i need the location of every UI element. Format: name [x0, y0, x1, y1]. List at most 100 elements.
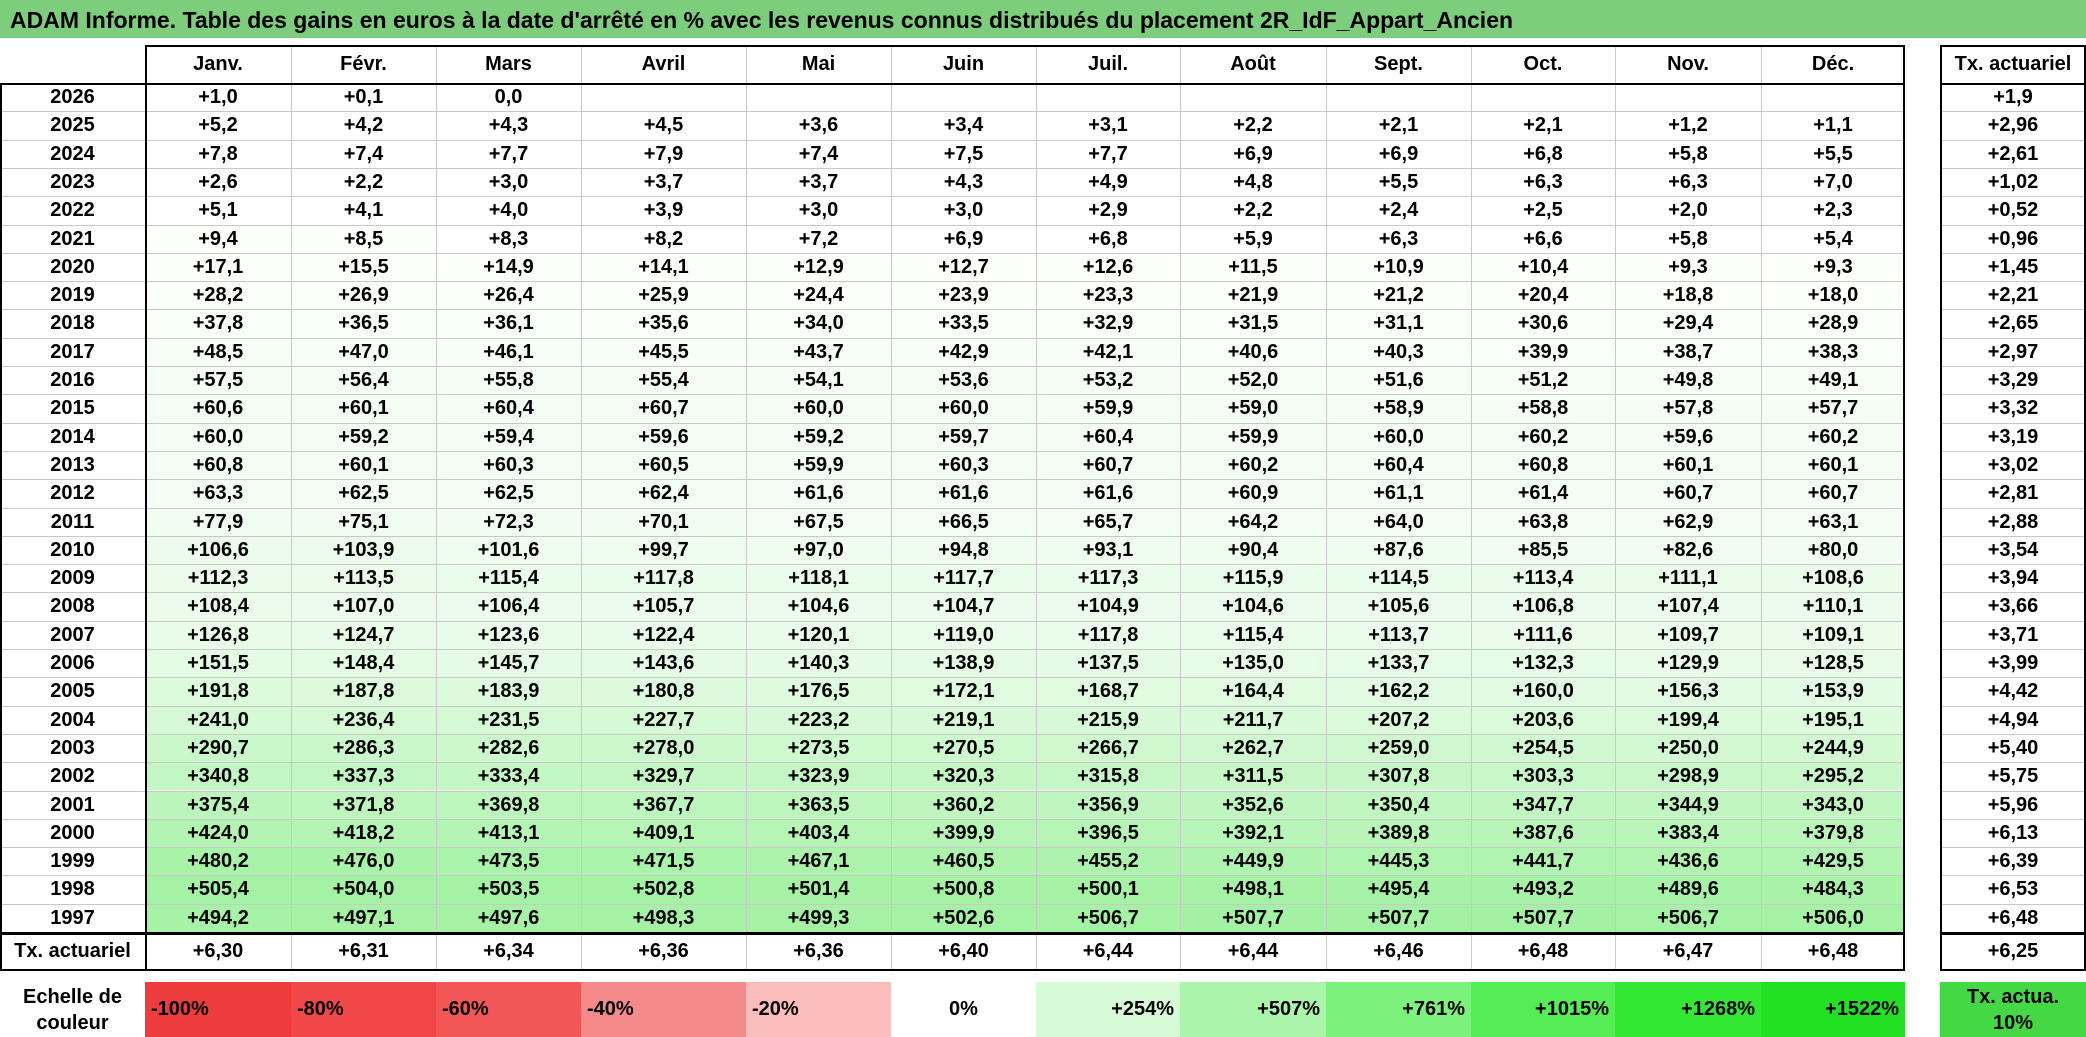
row-separator — [145, 140, 1905, 141]
year-label: 2023 — [50, 170, 95, 193]
table-cell: +39,9 — [1471, 337, 1615, 366]
table-cell: +392,1 — [1180, 818, 1326, 848]
table-cell: +2,1 — [1326, 111, 1471, 140]
row-separator — [0, 451, 145, 452]
table-cell: +344,9 — [1615, 790, 1761, 819]
table-cell: +57,8 — [1615, 394, 1761, 423]
table-cell: +122,4 — [581, 620, 746, 649]
table-cell: +113,7 — [1326, 620, 1471, 649]
year-label: 2015 — [50, 397, 95, 420]
table-cell: +455,2 — [1036, 847, 1180, 876]
rate-cell: +6,39 — [1987, 850, 2039, 873]
table-cell: +57,5 — [145, 366, 291, 395]
table-cell: +61,6 — [746, 479, 891, 508]
table-cell: +119,0 — [891, 620, 1036, 649]
row-separator — [1940, 394, 2086, 395]
row-separator — [145, 366, 1905, 367]
row-separator — [145, 479, 1905, 480]
footer-cell: +6,44 — [1082, 940, 1134, 962]
rate-cell: +2,65 — [1987, 312, 2039, 335]
table-cell: +507,7 — [1471, 903, 1615, 932]
table-cell: +2,2 — [1180, 196, 1326, 225]
table-cell — [1326, 83, 1471, 112]
table-cell — [1036, 83, 1180, 112]
table-cell: +60,6 — [145, 394, 291, 423]
table-cell: +14,9 — [436, 252, 581, 282]
table-cell: +66,5 — [891, 507, 1036, 536]
table-cell: +340,8 — [145, 762, 291, 791]
year-label: 2005 — [50, 680, 95, 703]
rate-cell: +3,32 — [1987, 397, 2039, 420]
row-separator — [145, 706, 1905, 707]
table-cell: +499,3 — [746, 903, 891, 932]
table-cell: +38,3 — [1761, 337, 1905, 366]
table-cell: +104,6 — [1180, 592, 1326, 621]
table-cell: +60,8 — [1471, 450, 1615, 480]
table-cell: +59,4 — [436, 422, 581, 451]
table-border — [1903, 45, 1905, 932]
table-cell: +507,7 — [1326, 903, 1471, 932]
row-separator — [1940, 762, 2086, 763]
table-border — [0, 83, 1905, 85]
table-border — [1940, 969, 2086, 971]
table-cell: +262,7 — [1180, 733, 1326, 763]
row-separator — [145, 225, 1905, 226]
row-separator — [145, 168, 1905, 169]
table-cell: +298,9 — [1615, 762, 1761, 791]
table-cell: +32,9 — [1036, 309, 1180, 338]
table-cell: +48,5 — [145, 337, 291, 366]
table-cell: +60,1 — [291, 394, 436, 423]
table-border — [1940, 83, 2086, 85]
table-border — [0, 933, 2, 969]
rate-cell: +2,61 — [1987, 142, 2039, 165]
table-cell: +49,8 — [1615, 366, 1761, 395]
year-label: 2017 — [50, 340, 95, 363]
table-cell: +117,7 — [891, 564, 1036, 593]
table-cell: +63,1 — [1761, 507, 1905, 536]
table-cell: +191,8 — [145, 677, 291, 706]
row-separator — [145, 621, 1905, 622]
table-cell: +135,0 — [1180, 649, 1326, 678]
footer-cell: +6,48 — [1807, 940, 1859, 962]
month-header: Mars — [485, 53, 532, 75]
table-cell: +507,7 — [1180, 903, 1326, 932]
table-cell: +104,9 — [1036, 592, 1180, 621]
table-cell: +176,5 — [746, 677, 891, 706]
table-cell: +36,1 — [436, 309, 581, 338]
row-separator — [145, 508, 1905, 509]
table-cell: +31,1 — [1326, 309, 1471, 338]
table-cell: +60,1 — [1761, 450, 1905, 480]
rate-cell: +2,96 — [1987, 114, 2039, 137]
table-cell: +60,0 — [891, 394, 1036, 423]
table-cell: +60,8 — [145, 450, 291, 480]
table-cell: +6,3 — [1471, 167, 1615, 197]
table-cell: +4,3 — [891, 167, 1036, 197]
table-cell: +2,2 — [291, 167, 436, 197]
table-cell: +2,1 — [1471, 111, 1615, 140]
table-cell: +60,2 — [1761, 422, 1905, 451]
year-label: 2013 — [50, 453, 95, 476]
year-label: 2025 — [50, 114, 95, 137]
table-cell: +113,4 — [1471, 564, 1615, 593]
table-cell: +110,1 — [1761, 592, 1905, 621]
row-separator — [0, 649, 145, 650]
table-cell: +333,4 — [436, 762, 581, 791]
row-separator — [1940, 621, 2086, 622]
table-cell: +10,9 — [1326, 252, 1471, 282]
table-cell: +484,3 — [1761, 875, 1905, 904]
row-separator — [1940, 253, 2086, 254]
footer-cell: +6,46 — [1373, 940, 1424, 962]
row-separator — [1940, 847, 2086, 848]
table-cell: +494,2 — [145, 903, 291, 932]
rate-cell: +3,99 — [1987, 652, 2039, 674]
table-cell: +2,6 — [145, 167, 291, 197]
report-title: ADAM Informe. Table des gains en euros à… — [0, 0, 2086, 38]
table-cell — [1615, 83, 1761, 112]
table-cell: +383,4 — [1615, 818, 1761, 848]
table-cell: +46,1 — [436, 337, 581, 366]
table-cell: +350,4 — [1326, 790, 1471, 819]
table-cell: +498,1 — [1180, 875, 1326, 904]
row-separator — [0, 791, 145, 792]
table-cell: +40,6 — [1180, 337, 1326, 366]
table-cell: +60,0 — [746, 394, 891, 423]
